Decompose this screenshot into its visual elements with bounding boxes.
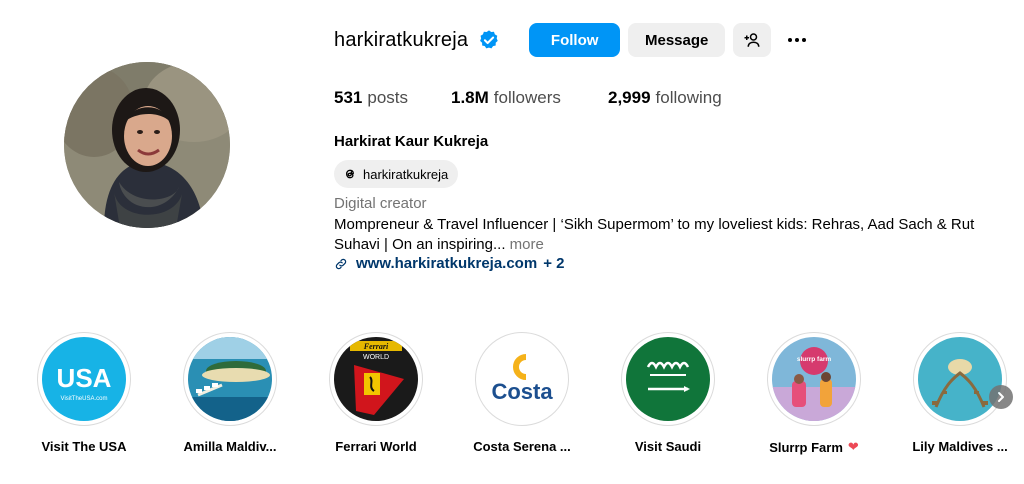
highlight-cover-lily-maldives [918,337,1002,421]
ferrari-world-text: WORLD [363,354,389,361]
highlight-ring [621,332,715,426]
highlight-cover-usa: USA VisitTheUSA.com [42,337,126,421]
highlight-label: Amilla Maldiv... [183,439,277,454]
profile-username: harkiratkukreja [334,28,469,51]
profile-full-name: Harkirat Kaur Kukreja [334,133,489,150]
posts-count: 531 [334,88,363,107]
slurrp-logo-text: slurrp farm [797,356,832,363]
highlight-item[interactable]: USA VisitTheUSA.com Visit The USA [9,332,159,454]
website-url[interactable]: www.harkiratkukreja.com [356,255,537,272]
highlight-cover-costa: Costa [480,337,564,421]
bio-more-link[interactable]: more [510,236,544,253]
followers-stat[interactable]: 1.8M followers [451,88,608,108]
following-count: 2,999 [608,88,651,107]
profile-website[interactable]: www.harkiratkukreja.com + 2 [334,255,564,272]
ferrari-logo-text: Ferrari [363,342,389,351]
profile-photo [64,62,230,228]
highlight-item[interactable]: slurrp farm Slurrp Farm ❤ [739,332,889,455]
chevron-right-icon [998,392,1004,402]
add-user-icon [744,33,760,47]
message-button[interactable]: Message [628,23,726,57]
options-button[interactable] [779,23,815,57]
highlight-label: Costa Serena ... [473,439,571,454]
followers-label: followers [493,88,561,107]
follow-button[interactable]: Follow [529,23,621,57]
suggest-accounts-button[interactable] [733,23,772,57]
profile-bio: Mompreneur & Travel Influencer | ‘Sikh S… [334,215,1004,255]
verified-badge-icon [478,29,500,51]
highlight-item[interactable]: Ferrari WORLD Ferrari World [301,332,451,454]
highlight-label-row: Slurrp Farm ❤ [769,439,859,455]
highlight-ring: Costa [475,332,569,426]
more-options-icon [788,38,807,42]
highlight-item[interactable]: Amilla Maldiv... [155,332,305,454]
threads-icon [345,169,354,179]
highlight-cover-amilla [188,337,272,421]
profile-category: Digital creator [334,195,427,212]
usa-logo-text: USA [57,363,112,393]
highlight-ring: USA VisitTheUSA.com [37,332,131,426]
highlights-next-button[interactable] [989,385,1013,409]
highlight-ring: slurrp farm [767,332,861,426]
red-heart-icon: ❤ [847,439,859,454]
highlight-cover-ferrari: Ferrari WORLD [334,337,418,421]
highlight-ring: Ferrari WORLD [329,332,423,426]
highlight-item[interactable]: Costa Costa Serena ... [447,332,597,454]
threads-link[interactable]: harkiratkukreja [334,160,459,188]
highlight-label: Slurrp Farm [769,439,843,455]
link-icon [335,258,347,269]
highlight-label: Visit The USA [41,439,127,454]
highlight-cover-saudi-flag [626,337,710,421]
following-stat[interactable]: 2,999 following [608,88,722,108]
profile-stats: 531 posts 1.8M followers 2,999 following [334,88,722,108]
profile-avatar[interactable] [64,62,230,228]
highlight-label: Lily Maldives ... [912,439,1008,454]
highlight-item[interactable]: Visit Saudi [593,332,743,454]
posts-stat: 531 posts [334,88,451,108]
highlight-ring [913,332,1007,426]
website-extra-count[interactable]: + 2 [543,255,564,272]
story-highlights: USA VisitTheUSA.com Visit The USA Amilla… [0,332,1024,462]
highlight-cover-slurrp: slurrp farm [772,337,856,421]
profile-header-row: harkiratkukreja Follow Message [334,22,815,58]
usa-logo-subtext: VisitTheUSA.com [61,396,108,402]
costa-logo-text: Costa [491,379,553,404]
posts-label: posts [367,88,409,107]
highlight-label: Ferrari World [335,439,417,454]
highlight-label: Visit Saudi [634,439,702,454]
threads-handle: harkiratkukreja [363,166,449,182]
bio-text: Mompreneur & Travel Influencer | ‘Sikh S… [334,216,975,253]
followers-count: 1.8M [451,88,489,107]
highlight-ring [183,332,277,426]
following-label: following [655,88,722,107]
